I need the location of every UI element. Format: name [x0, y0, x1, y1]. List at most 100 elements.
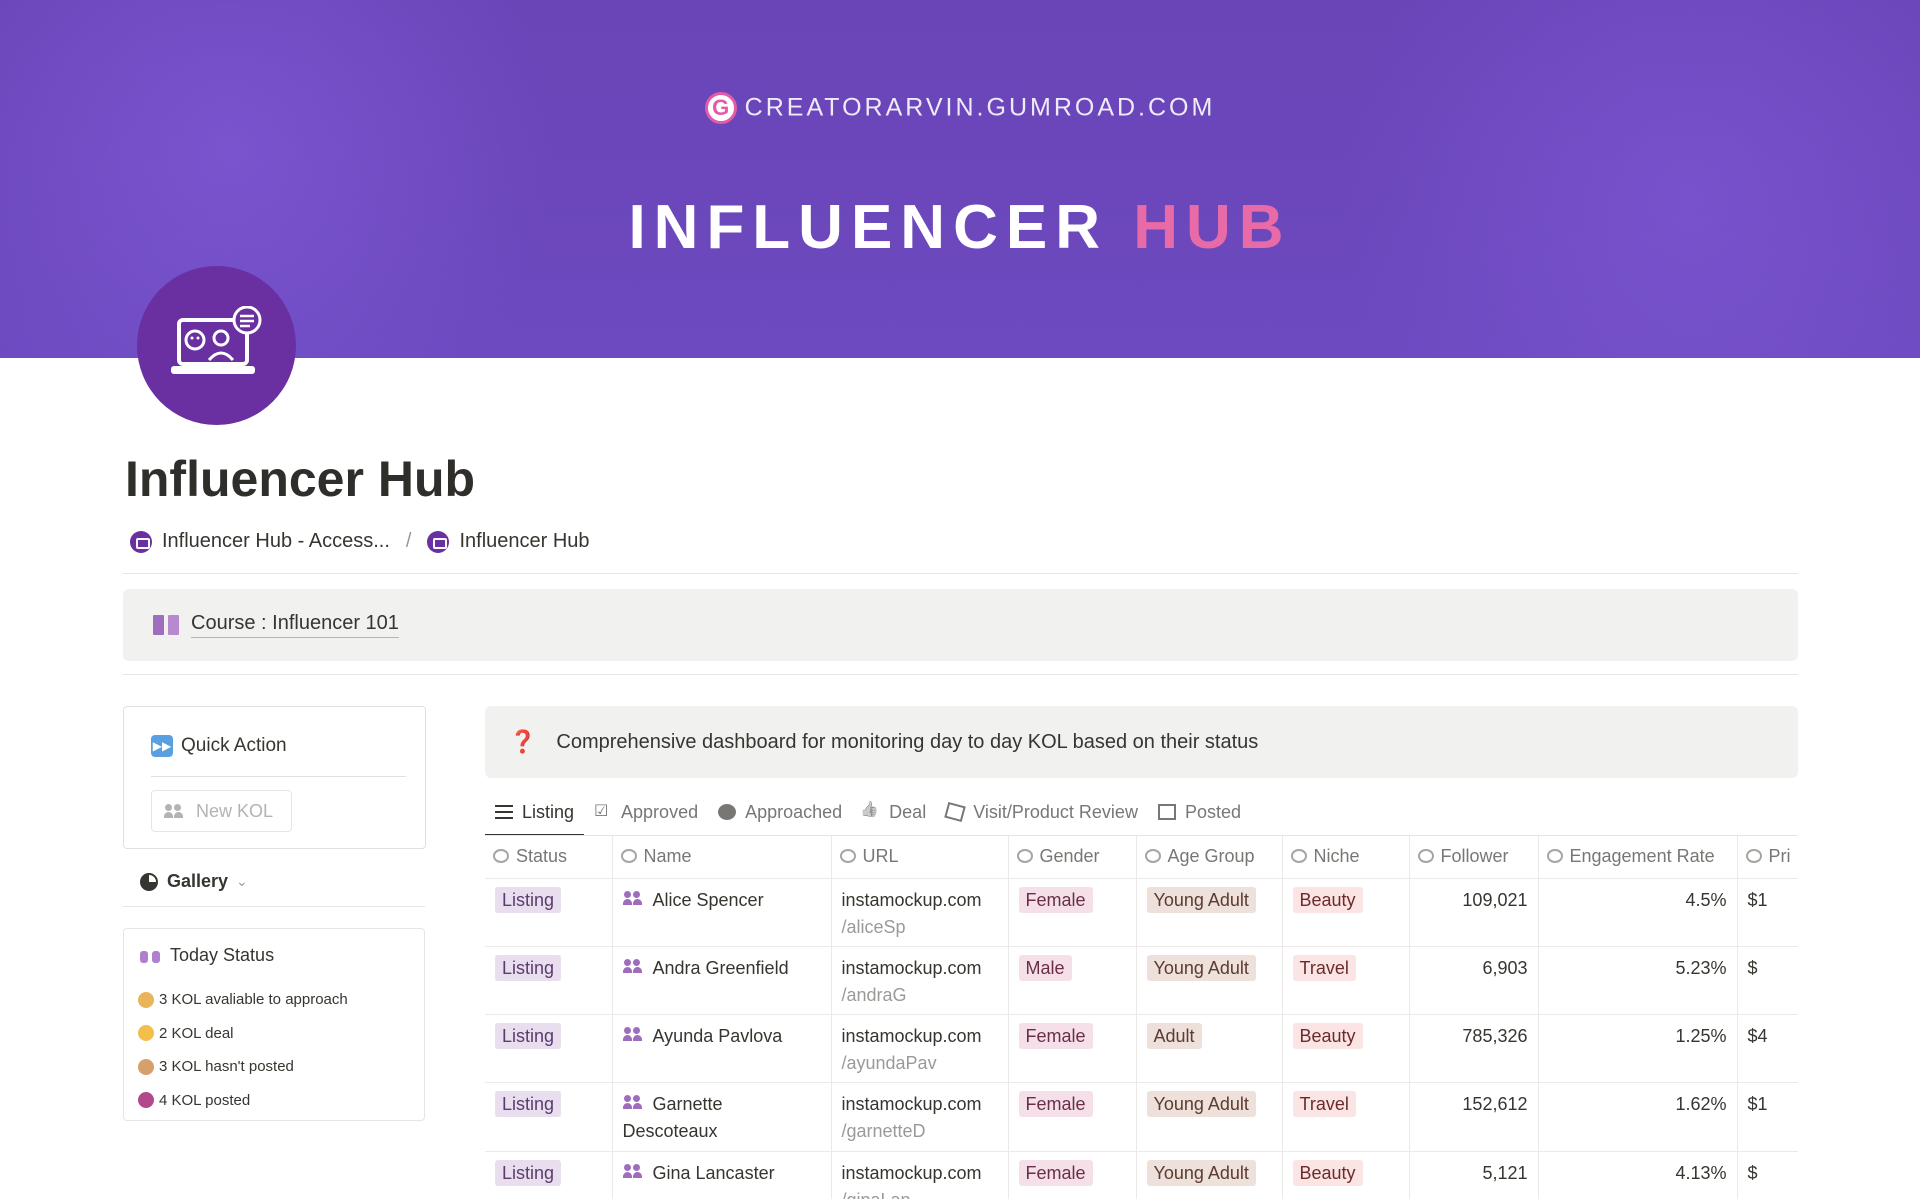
- today-status-card[interactable]: Today Status 3 KOL avaliable to approach…: [123, 928, 425, 1121]
- age-tag: Young Adult: [1146, 886, 1256, 913]
- cell-engagement-rate: 4.5%: [1538, 878, 1738, 947]
- cell-niche: Beauty: [1282, 1151, 1410, 1199]
- tab-approached[interactable]: Approached: [708, 790, 852, 834]
- kol-table: Status Name URL Gender Age Group Niche F…: [485, 836, 1798, 1199]
- quick-action-panel: ▶▶ Quick Action New KOL: [123, 706, 426, 849]
- cell-name[interactable]: Andra Greenfield: [612, 946, 832, 1015]
- column-header-price[interactable]: Pri: [1737, 836, 1798, 879]
- page-title: Influencer Hub: [125, 451, 476, 507]
- info-text: Comprehensive dashboard for monitoring d…: [556, 730, 1259, 753]
- box-icon: [944, 801, 966, 823]
- column-header-engagement-rate[interactable]: Engagement Rate: [1538, 836, 1738, 879]
- cell-age-group: Adult: [1136, 1014, 1283, 1083]
- column-header-url[interactable]: URL: [831, 836, 1009, 879]
- list-item: 4 KOL posted: [138, 1084, 348, 1118]
- niche-tag: Travel: [1292, 954, 1356, 981]
- tab-label: Listing: [522, 801, 575, 822]
- status-text: 3 KOL hasn't posted: [159, 1058, 294, 1076]
- cell-follower: 109,021: [1409, 878, 1539, 947]
- table-row[interactable]: Listing Gina Lancaster instamockup.com/g…: [485, 1151, 1798, 1199]
- people-icon: [622, 1026, 645, 1041]
- kol-name: Ayunda Pavlova: [652, 1025, 783, 1046]
- view-tabs: Listing Approved Approached Deal Visit/P…: [485, 790, 1251, 836]
- age-tag: Young Adult: [1146, 1090, 1256, 1117]
- binoculars-icon: [140, 949, 160, 963]
- course-link[interactable]: Course : Influencer 101: [191, 612, 399, 638]
- cell-engagement-rate: 4.13%: [1538, 1151, 1738, 1199]
- status-text: 2 KOL deal: [159, 1024, 234, 1042]
- cell-follower: 152,612: [1409, 1082, 1539, 1152]
- page-icon[interactable]: [137, 266, 296, 425]
- today-status-title: Today Status: [170, 945, 275, 965]
- cell-age-group: Young Adult: [1136, 878, 1283, 947]
- cell-niche: Travel: [1282, 1082, 1410, 1152]
- column-header-follower[interactable]: Follower: [1409, 836, 1539, 879]
- tab-visit-product-review[interactable]: Visit/Product Review: [936, 790, 1148, 834]
- column-header-age-group[interactable]: Age Group: [1136, 836, 1283, 879]
- tab-label: Posted: [1184, 801, 1241, 822]
- new-kol-button[interactable]: New KOL: [151, 790, 292, 832]
- tab-posted[interactable]: Posted: [1148, 790, 1251, 834]
- gender-tag: Male: [1018, 954, 1072, 981]
- gumroad-text: CREATORARVIN.GUMROAD.COM: [744, 93, 1216, 122]
- column-header-name[interactable]: Name: [612, 836, 832, 879]
- select-icon: [1144, 849, 1161, 864]
- people-icon: [622, 890, 645, 905]
- gumroad-logo-icon: G: [704, 92, 737, 124]
- cell-url[interactable]: instamockup.com/ayundaPav: [831, 1014, 1009, 1083]
- handshake-icon: [138, 1025, 154, 1042]
- cell-name[interactable]: Ayunda Pavlova: [612, 1014, 832, 1083]
- status-text: 4 KOL posted: [159, 1091, 251, 1109]
- link-icon: [839, 849, 856, 864]
- cell-url[interactable]: instamockup.com/ginaLan: [831, 1151, 1009, 1199]
- course-callout: Course : Influencer 101: [123, 589, 1798, 661]
- divider: [123, 674, 1798, 675]
- cell-niche: Beauty: [1282, 878, 1410, 947]
- cell-age-group: Young Adult: [1136, 946, 1283, 1015]
- status-badge: Listing: [495, 1159, 562, 1186]
- cell-status: Listing: [485, 1151, 613, 1199]
- cell-name[interactable]: Alice Spencer: [612, 878, 832, 947]
- tab-listing[interactable]: Listing: [485, 790, 585, 836]
- cell-url[interactable]: instamockup.com/andraG: [831, 946, 1009, 1015]
- tab-deal[interactable]: Deal: [852, 790, 936, 834]
- column-header-gender[interactable]: Gender: [1008, 836, 1137, 879]
- gallery-view-selector[interactable]: Gallery ⌄: [140, 871, 248, 892]
- hero-word-influencer: INFLUENCER: [628, 193, 1108, 262]
- niche-tag: Beauty: [1292, 1022, 1363, 1049]
- niche-tag: Travel: [1292, 1090, 1356, 1117]
- table-row[interactable]: Listing Andra Greenfield instamockup.com…: [485, 946, 1798, 1015]
- people-icon: [622, 1163, 645, 1178]
- niche-tag: Beauty: [1292, 1159, 1363, 1186]
- column-label: Age Group: [1167, 846, 1255, 867]
- table-row[interactable]: Listing Garnette Descoteaux instamockup.…: [485, 1082, 1798, 1152]
- tab-approved[interactable]: Approved: [584, 790, 708, 834]
- breadcrumb-item-access[interactable]: Influencer Hub - Access...: [162, 530, 390, 553]
- group-icon: [1417, 849, 1434, 864]
- table-row[interactable]: Listing Ayunda Pavlova instamockup.com/a…: [485, 1014, 1798, 1083]
- cell-name[interactable]: Gina Lancaster: [612, 1151, 832, 1199]
- cell-url[interactable]: instamockup.com/garnetteD: [831, 1082, 1009, 1152]
- column-label: Follower: [1440, 846, 1509, 867]
- column-label: Status: [516, 846, 568, 867]
- cell-name[interactable]: Garnette Descoteaux: [612, 1082, 832, 1152]
- quick-action-heading: ▶▶ Quick Action: [151, 735, 287, 757]
- cell-gender: Female: [1008, 878, 1137, 947]
- column-label: Gender: [1039, 846, 1100, 867]
- people-icon: [620, 849, 637, 864]
- cell-gender: Male: [1008, 946, 1137, 1015]
- status-icon: [493, 849, 509, 864]
- breadcrumb-item-hub[interactable]: Influencer Hub: [459, 530, 589, 553]
- tab-label: Deal: [889, 801, 927, 822]
- cell-follower: 785,326: [1409, 1014, 1539, 1083]
- column-header-status[interactable]: Status: [485, 836, 613, 879]
- gender-tag: Female: [1018, 1159, 1093, 1186]
- cell-age-group: Young Adult: [1136, 1082, 1283, 1152]
- face-icon: [718, 804, 737, 820]
- url-path: /andraG: [841, 984, 907, 1005]
- column-header-niche[interactable]: Niche: [1282, 836, 1410, 879]
- table-row[interactable]: Listing Alice Spencer instamockup.com/al…: [485, 878, 1798, 947]
- cell-url[interactable]: instamockup.com/aliceSp: [831, 878, 1009, 947]
- cell-gender: Female: [1008, 1014, 1137, 1083]
- age-tag: Young Adult: [1146, 1159, 1256, 1186]
